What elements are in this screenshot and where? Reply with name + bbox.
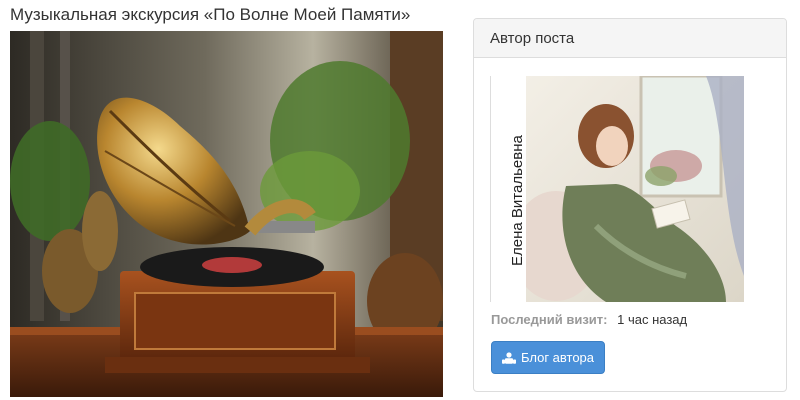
author-name: Елена Витальевна	[509, 135, 526, 266]
last-visit-value: 1 час назад	[617, 312, 688, 327]
last-visit-label: Последний визит:	[491, 312, 608, 327]
blog-button-label: Блог автора	[520, 350, 595, 365]
last-visit: Последний визит: 1 час назад	[491, 312, 687, 327]
panel-heading: Автор поста	[474, 19, 786, 58]
gramophone-image	[10, 31, 443, 397]
author-photo[interactable]	[526, 76, 744, 302]
author-blog-button[interactable]: Блог автора	[491, 341, 605, 374]
author-name-strip: Елена Витальевна	[490, 76, 526, 302]
author-panel: Автор поста Елена Витальевна Последний в…	[473, 18, 787, 392]
user-group-icon	[501, 351, 516, 364]
post-title: Музыкальная экскурсия «По Волне Моей Пам…	[10, 5, 411, 24]
author-card[interactable]: Елена Витальевна	[490, 76, 744, 302]
